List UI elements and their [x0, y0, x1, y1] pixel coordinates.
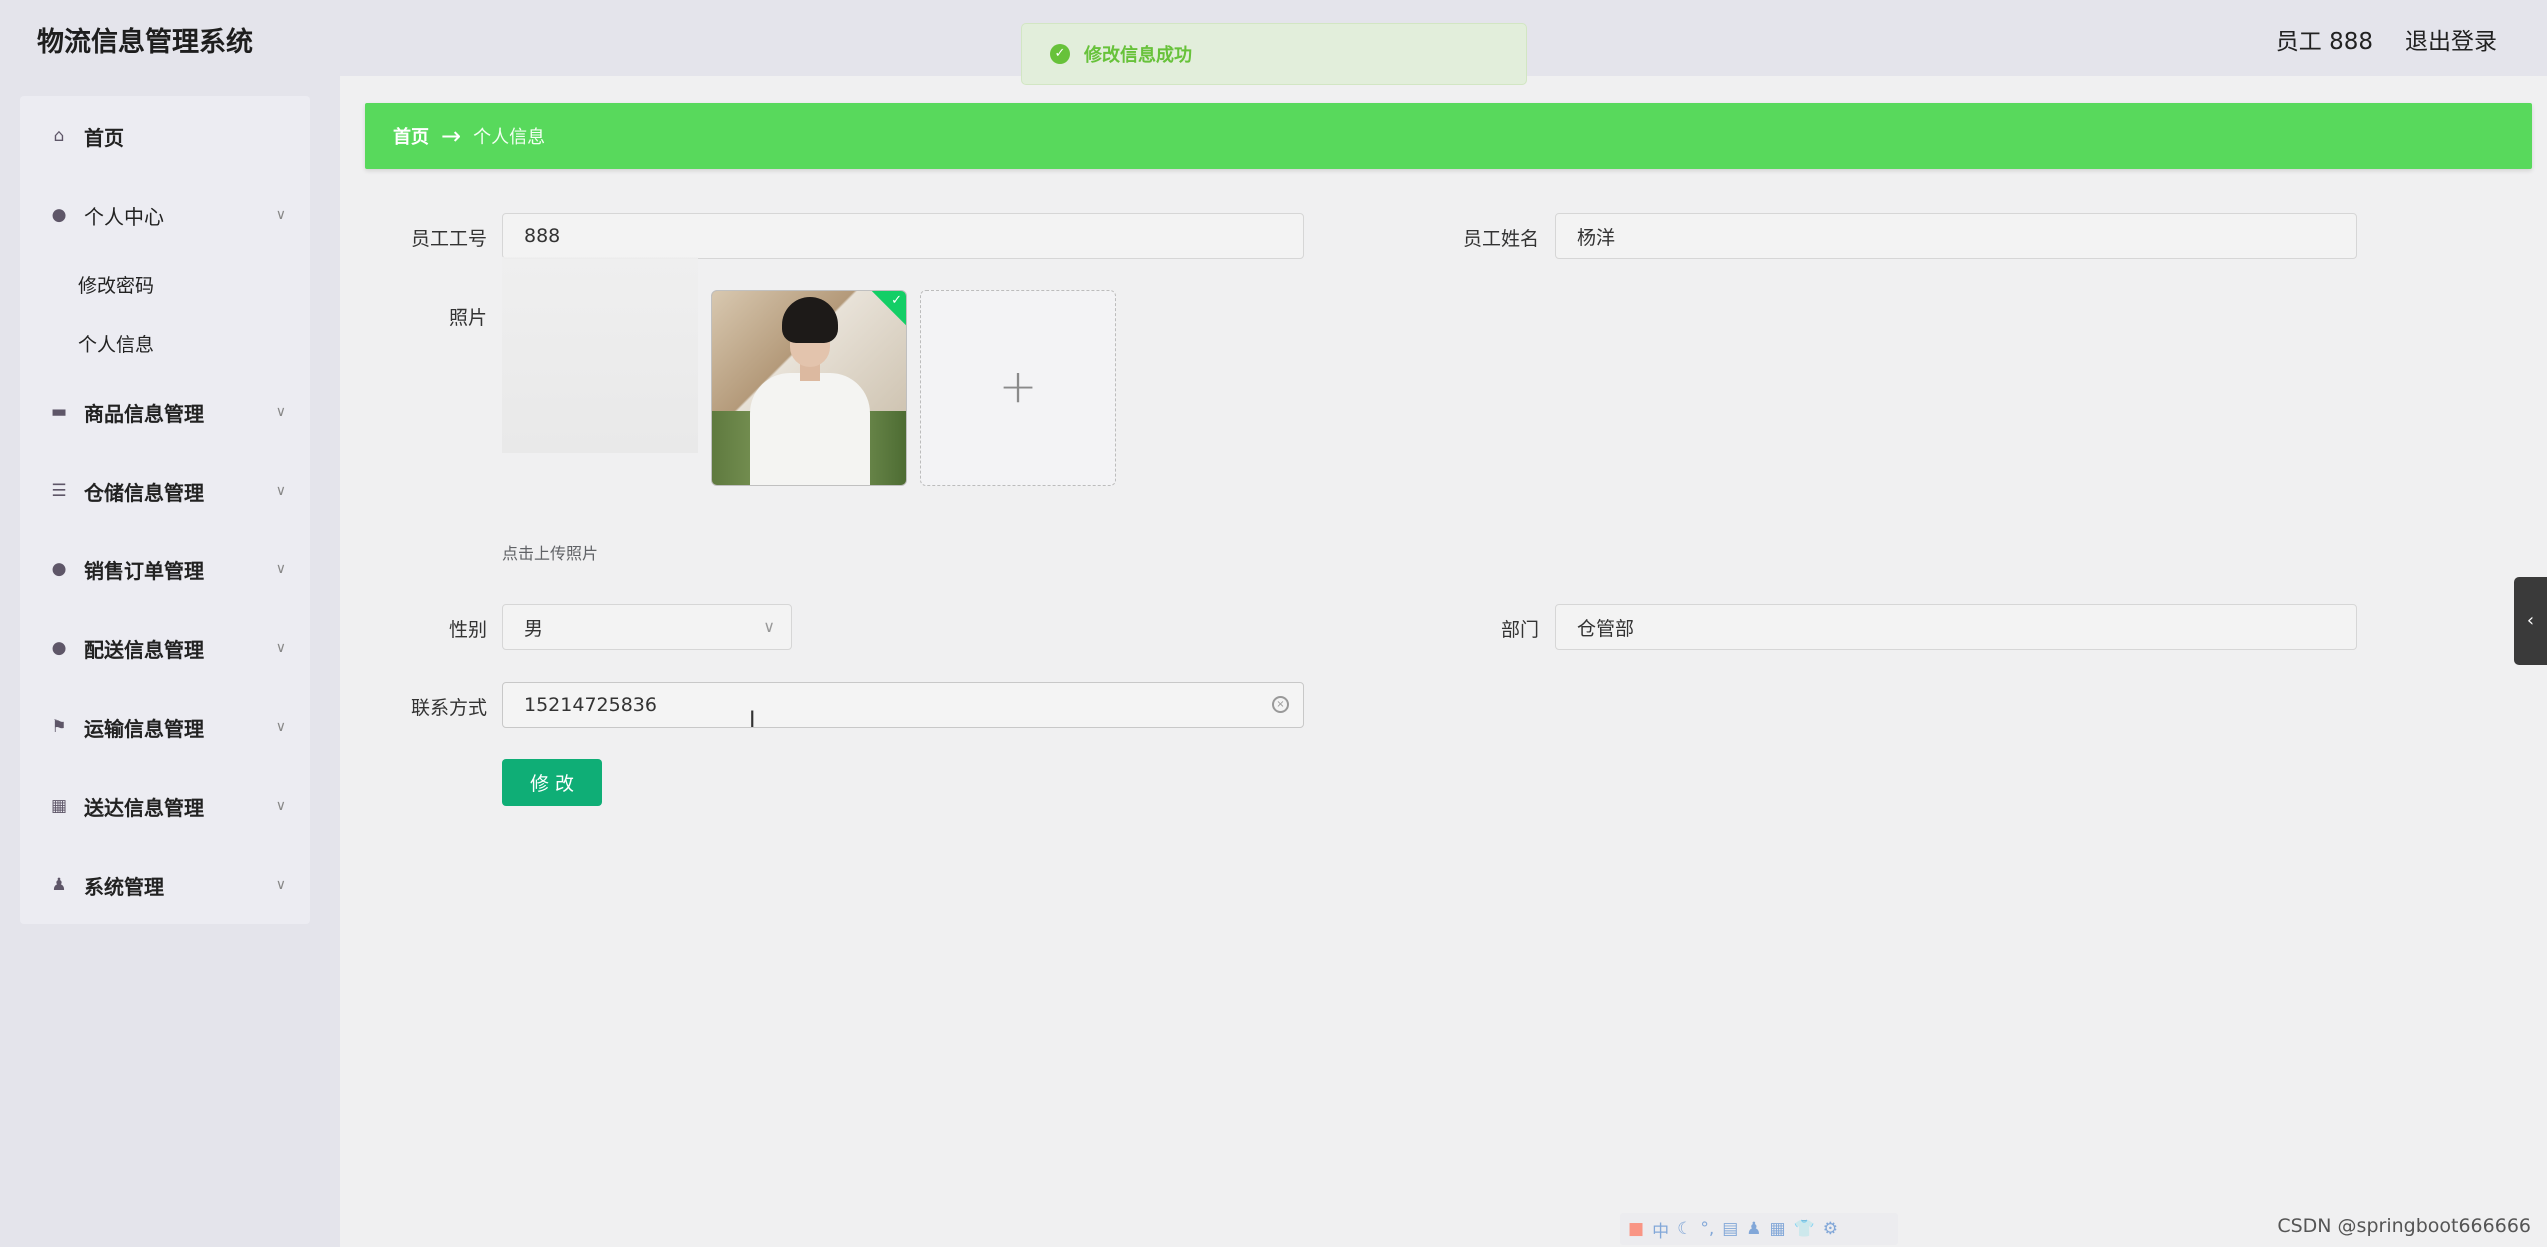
plus-icon: +	[998, 359, 1038, 413]
uploaded-photo[interactable]: ✓	[711, 290, 907, 486]
sidebar-item-label: 个人中心	[84, 204, 164, 229]
chevron-down-icon: ∨	[275, 207, 286, 223]
flag-icon: ⚑	[51, 717, 67, 737]
chat-icon: ▬	[50, 402, 68, 422]
sidebar-subitem-change-password[interactable]: 修改密码	[20, 258, 310, 310]
sidebar-item-label: 商品信息管理	[84, 401, 204, 426]
sidebar-item-label: 首页	[84, 125, 124, 150]
chevron-down-icon: ∨	[275, 640, 286, 656]
sidebar-item-sales-order[interactable]: ● 销售订单管理 ∨	[20, 539, 310, 599]
ime-logo-icon: ■	[1628, 1219, 1645, 1239]
sidebar-item-label: 销售订单管理	[84, 558, 204, 583]
sidebar: ⌂ 首页 ● 个人中心 ∨ 修改密码 个人信息 ▬ 商品信息管理 ∨ ☰ 仓储信…	[20, 96, 310, 924]
gender-select[interactable]: 男 ∨	[502, 604, 792, 650]
ime-chinese-mode[interactable]: 中	[1652, 1217, 1669, 1242]
toast-message: 修改信息成功	[1084, 45, 1192, 66]
sidebar-item-goods[interactable]: ▬ 商品信息管理 ∨	[20, 382, 310, 442]
voice-icon[interactable]: ♟	[1746, 1219, 1761, 1239]
sidebar-item-arrival[interactable]: ▦ 送达信息管理 ∨	[20, 776, 310, 836]
breadcrumb: 首页 → 个人信息	[365, 103, 2532, 169]
dept-label: 部门	[1500, 619, 1539, 641]
photo-label: 照片	[448, 307, 487, 329]
keyboard-icon[interactable]: ▤	[1722, 1219, 1738, 1239]
chevron-down-icon: ∨	[275, 404, 286, 420]
emp-name-input[interactable]: 杨洋	[1555, 213, 2357, 259]
emp-no-label: 员工工号	[410, 228, 487, 250]
breadcrumb-separator: →	[441, 122, 462, 150]
header-user-area: 员工 888 退出登录	[2276, 22, 2497, 56]
chevron-down-icon: ∨	[763, 617, 775, 636]
punctuation-icon[interactable]: °,	[1700, 1219, 1714, 1239]
contact-input-value: 15214725836	[524, 694, 657, 716]
photo-drag-ghost	[502, 257, 698, 453]
dept-input[interactable]: 仓管部	[1555, 604, 2357, 650]
breadcrumb-home[interactable]: 首页	[393, 123, 429, 149]
gender-select-value: 男	[524, 617, 544, 640]
chevron-left-icon: ‹	[2526, 610, 2535, 631]
toolbox-icon[interactable]: ▦	[1770, 1219, 1786, 1239]
check-circle-icon: ✓	[1050, 44, 1070, 64]
sidebar-item-label: 送达信息管理	[84, 795, 204, 820]
chevron-down-icon: ∨	[275, 719, 286, 735]
user-label: 员工 888	[2275, 29, 2373, 55]
user-icon: ●	[51, 205, 67, 225]
emp-no-input[interactable]: 888	[502, 213, 1304, 259]
home-icon: ⌂	[53, 126, 65, 146]
contact-label: 联系方式	[410, 697, 487, 719]
gender-label: 性别	[448, 619, 487, 641]
sidebar-subitem-label: 修改密码	[78, 274, 155, 297]
sidebar-item-label: 运输信息管理	[84, 716, 204, 741]
sidebar-subitem-label: 个人信息	[78, 333, 155, 356]
clear-icon[interactable]: ×	[1272, 696, 1289, 713]
sidebar-item-transport[interactable]: ⚑ 运输信息管理 ∨	[20, 697, 310, 757]
location-icon: ●	[51, 559, 67, 579]
success-toast: ✓ 修改信息成功	[1021, 23, 1527, 85]
photo-person-shirt	[750, 373, 870, 485]
sidebar-item-system[interactable]: ♟ 系统管理 ∨	[20, 855, 310, 915]
app-title: 物流信息管理系统	[37, 27, 253, 58]
upload-photo-button[interactable]: +	[920, 290, 1116, 486]
chevron-down-icon: ∨	[275, 798, 286, 814]
logout-link[interactable]: 退出登录	[2405, 22, 2497, 56]
sidebar-item-personal-center[interactable]: ● 个人中心 ∨	[20, 185, 310, 245]
breadcrumb-current: 个人信息	[473, 127, 546, 148]
sidebar-item-home[interactable]: ⌂ 首页	[20, 106, 310, 166]
grid-icon: ▦	[50, 796, 68, 816]
settings-icon[interactable]: ⚙	[1823, 1219, 1838, 1239]
user-icon: ●	[51, 638, 67, 658]
skin-icon[interactable]: 👕	[1794, 1219, 1815, 1239]
submit-button[interactable]: 修 改	[502, 759, 602, 806]
contact-input[interactable]: 15214725836 ×	[502, 682, 1304, 728]
chevron-down-icon: ∨	[275, 877, 286, 893]
sidebar-item-storage[interactable]: ☰ 仓储信息管理 ∨	[20, 461, 310, 521]
sidebar-item-label: 系统管理	[84, 874, 164, 899]
moon-icon[interactable]: ☾	[1677, 1219, 1692, 1239]
ime-toolbar: ■ 中 ☾ °, ▤ ♟ ▦ 👕 ⚙	[1620, 1213, 1898, 1245]
check-icon: ✓	[891, 293, 902, 308]
sidebar-subitem-personal-info[interactable]: 个人信息	[20, 317, 310, 369]
text-cursor-icon: I	[749, 708, 756, 733]
sidebar-item-delivery[interactable]: ● 配送信息管理 ∨	[20, 618, 310, 678]
chevron-down-icon: ∨	[275, 483, 286, 499]
sliders-icon: ☰	[51, 481, 67, 501]
upload-hint: 点击上传照片	[502, 544, 599, 563]
watermark: CSDN @springboot666666	[2277, 1215, 2531, 1237]
side-panel-toggle[interactable]: ‹	[2514, 577, 2547, 665]
sidebar-item-label: 仓储信息管理	[84, 480, 204, 505]
stamp-icon: ♟	[51, 875, 67, 895]
sidebar-item-label: 配送信息管理	[84, 637, 204, 662]
chevron-down-icon: ∨	[275, 561, 286, 577]
emp-name-label: 员工姓名	[1462, 228, 1539, 250]
